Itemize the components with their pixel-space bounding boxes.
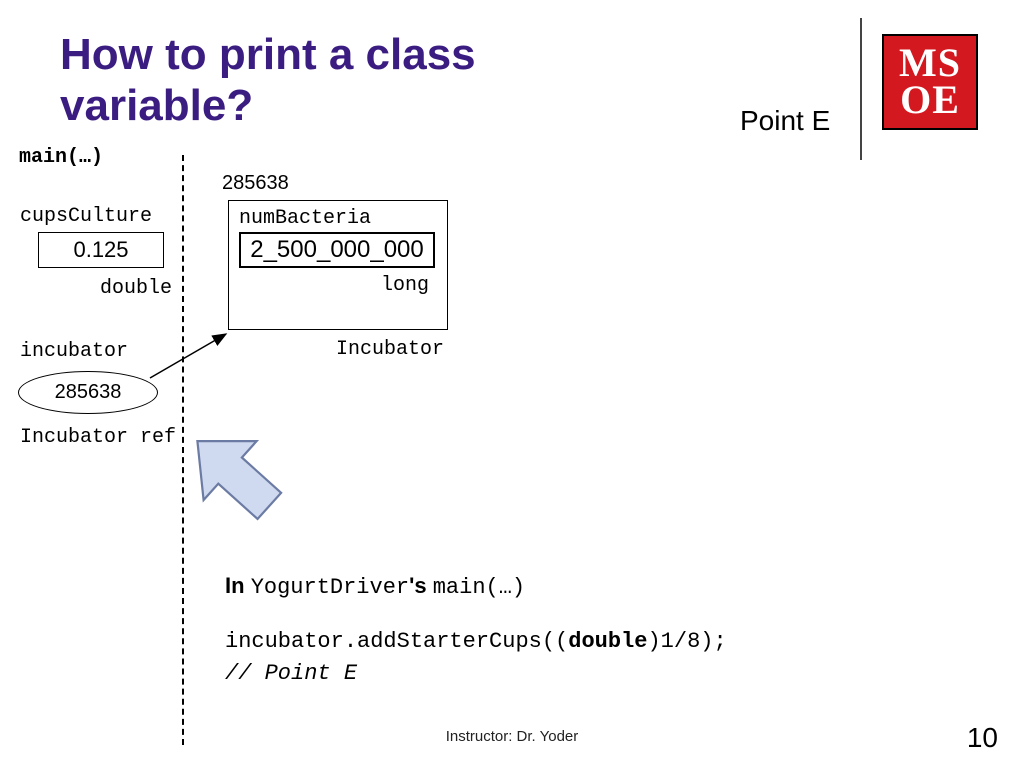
cupsculture-label: cupsCulture bbox=[20, 205, 152, 228]
in-word: In bbox=[225, 573, 245, 598]
header-divider bbox=[860, 18, 862, 160]
numbacteria-value-box: 2_500_000_000 bbox=[239, 232, 435, 268]
logo-row-2: OE bbox=[900, 82, 960, 119]
cupsculture-value-box: 0.125 bbox=[38, 232, 164, 268]
yogurtdriver-word: YogurtDriver bbox=[251, 575, 409, 600]
code-post: )1/8); bbox=[647, 629, 726, 654]
code-pre: incubator.addStarterCups(( bbox=[225, 629, 568, 654]
incubator-class-label: Incubator bbox=[336, 338, 444, 361]
code-snippet: In YogurtDriver's main(…) incubator.addS… bbox=[225, 570, 727, 690]
slide-title: How to print a class variable? bbox=[60, 30, 600, 131]
point-label: Point E bbox=[740, 105, 830, 137]
possessive: 's bbox=[409, 573, 426, 598]
double-keyword: double bbox=[568, 629, 647, 654]
footer-instructor: Instructor: Dr. Yoder bbox=[0, 728, 1024, 745]
code-call-line: incubator.addStarterCups((double)1/8); bbox=[225, 626, 727, 658]
code-context-line: In YogurtDriver's main(…) bbox=[225, 570, 727, 604]
slide-number: 10 bbox=[967, 722, 998, 754]
numbacteria-label: numBacteria bbox=[239, 207, 437, 230]
incubator-ref-ellipse: 285638 bbox=[18, 371, 158, 414]
incubator-object-box: numBacteria 2_500_000_000 long bbox=[228, 200, 448, 330]
main-scope-label: main(…) bbox=[19, 146, 103, 169]
callout-arrow-icon bbox=[180, 420, 290, 530]
heap-address: 285638 bbox=[222, 172, 289, 195]
main-word: main(…) bbox=[433, 575, 525, 600]
numbacteria-type: long bbox=[239, 274, 429, 297]
incubator-ref-type: Incubator ref bbox=[20, 426, 176, 449]
incubator-var-label: incubator bbox=[20, 340, 128, 363]
cupsculture-type: double bbox=[100, 277, 172, 300]
code-comment: // Point E bbox=[225, 658, 727, 690]
msoe-logo: MS OE bbox=[882, 34, 978, 130]
